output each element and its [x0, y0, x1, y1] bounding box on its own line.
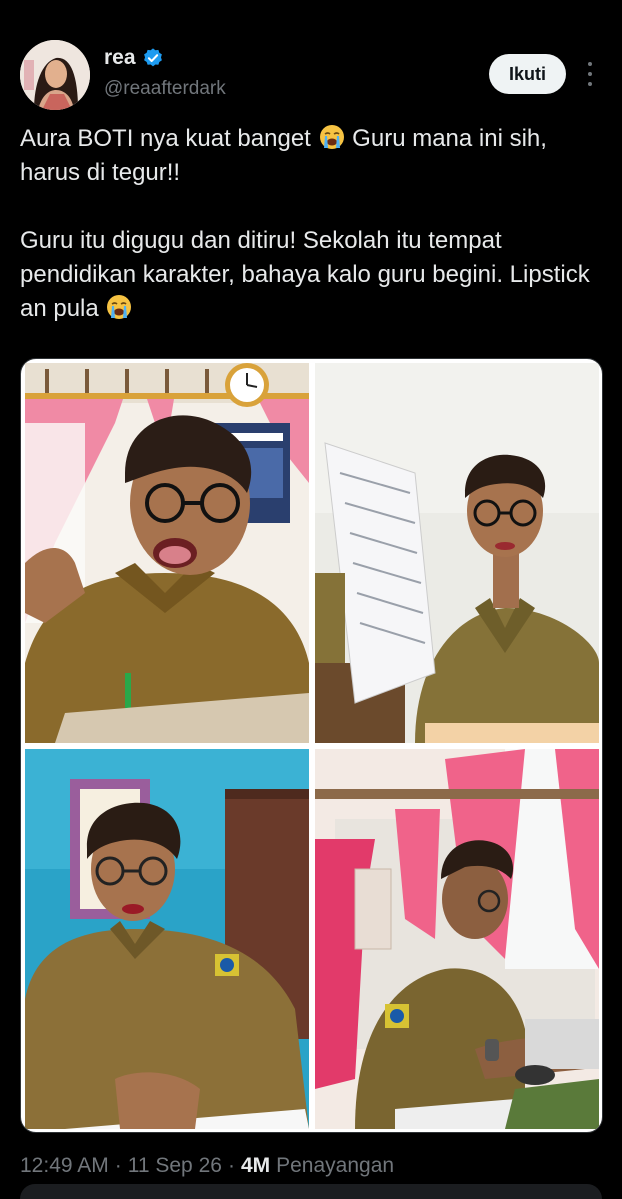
tweet-text-part1: Aura BOTI nya kuat banget [20, 125, 318, 152]
photo-teacher-blue-wall[interactable] [25, 749, 309, 1129]
views-count: 4M [240, 1154, 271, 1177]
avatar[interactable] [20, 40, 90, 110]
tweet-time[interactable]: 12:49 AM [20, 1154, 109, 1178]
tweet-date[interactable]: 11 Sep 26 [128, 1154, 222, 1178]
loudly-crying-face-emoji-icon [105, 293, 133, 321]
display-name-text[interactable]: rea [104, 46, 136, 70]
author-names: rea @reaafterdark [104, 46, 226, 100]
views-label: Penayangan [276, 1154, 395, 1177]
display-name[interactable]: rea [104, 46, 226, 70]
tweet-text: Aura BOTI nya kuat banget Guru mana ini … [20, 122, 605, 326]
photo-teacher-holding-papers[interactable] [315, 363, 599, 743]
photo-teacher-talking[interactable] [25, 363, 309, 743]
author-handle[interactable]: @reaafterdark [104, 78, 226, 100]
tweet-header: rea @reaafterdark Ikuti [20, 38, 602, 110]
meta-separator: · [114, 1154, 122, 1177]
more-vertical-icon[interactable] [586, 62, 594, 86]
verified-badge-icon[interactable] [142, 47, 164, 69]
follow-button[interactable]: Ikuti [488, 54, 566, 94]
reply-bar[interactable] [20, 1184, 602, 1199]
meta-separator: · [227, 1154, 235, 1177]
photo-teacher-typing-laptop[interactable] [315, 749, 599, 1129]
media-grid [20, 358, 603, 1133]
loudly-crying-face-emoji-icon [318, 123, 346, 151]
tweet-meta: 12:49 AM · 11 Sep 26 · 4M Penayangan [20, 1154, 394, 1178]
